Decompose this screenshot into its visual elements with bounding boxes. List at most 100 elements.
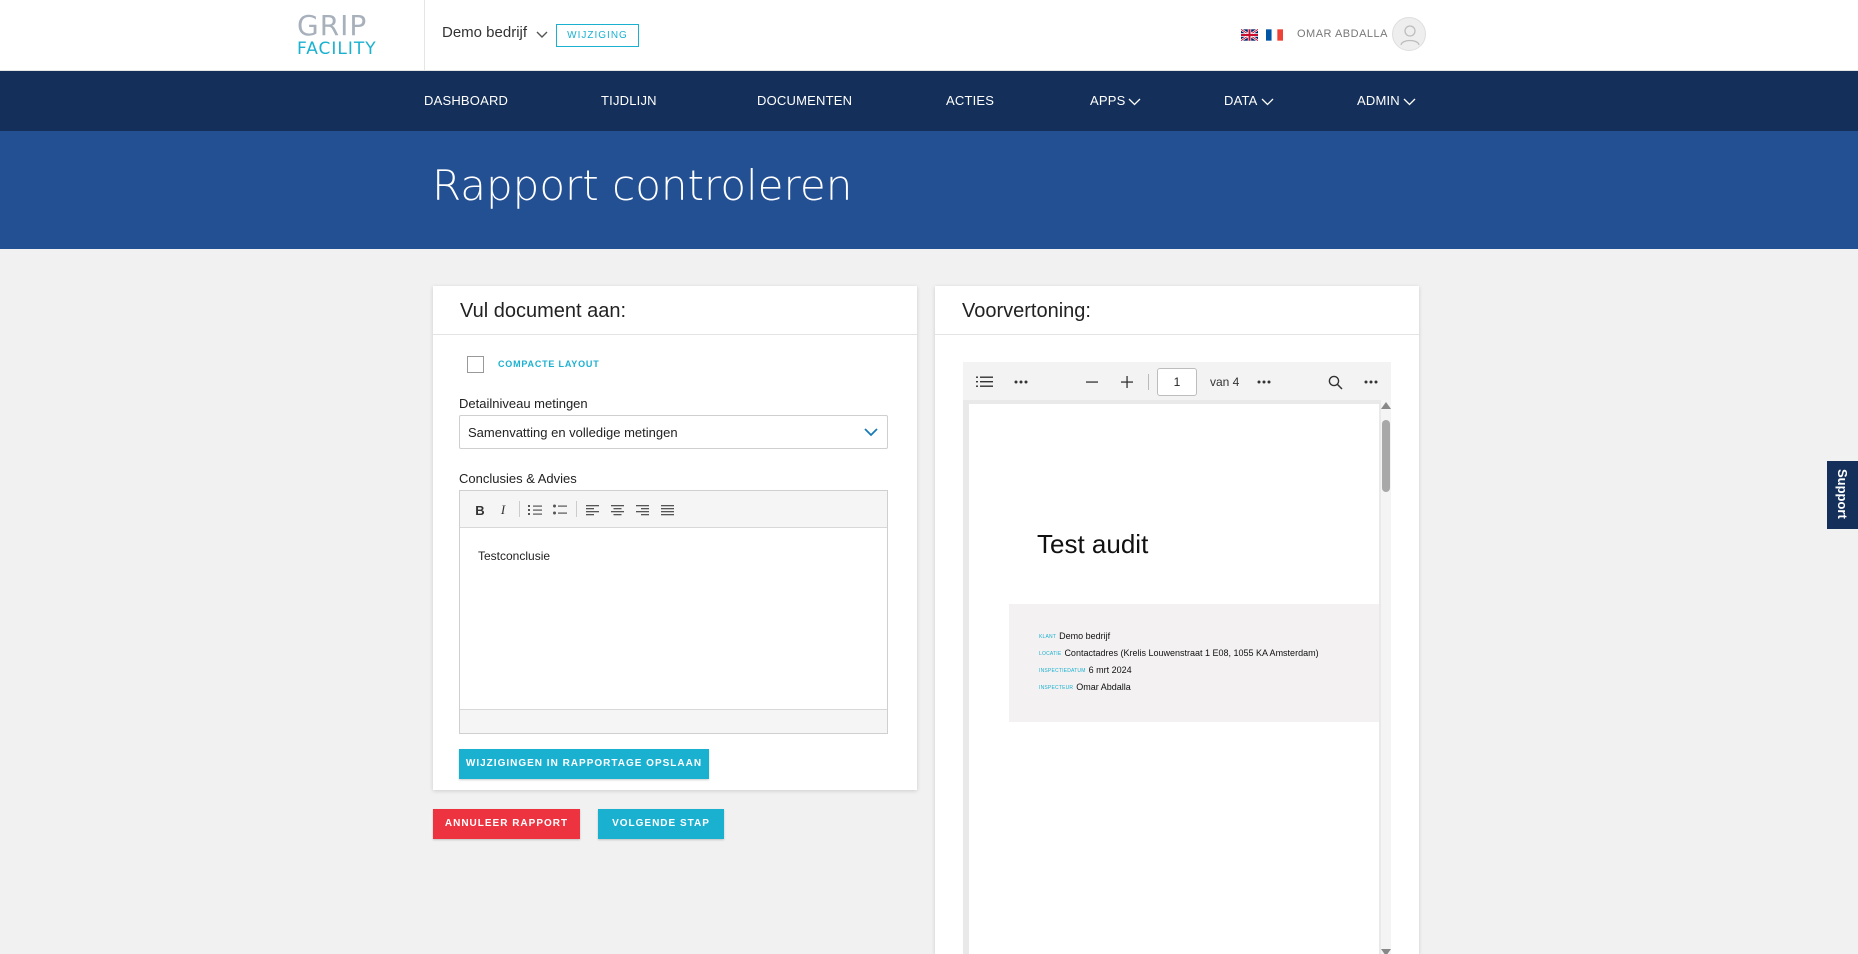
change-company-button[interactable]: WIJZIGING xyxy=(556,24,639,47)
chevron-down-icon xyxy=(1403,98,1416,105)
detail-level-label: Detailniveau metingen xyxy=(459,396,588,411)
france-flag-icon[interactable] xyxy=(1266,29,1283,41)
editor-statusbar xyxy=(460,709,887,733)
ordered-list-icon xyxy=(528,505,542,515)
compact-layout-label[interactable]: COMPACTE LAYOUT xyxy=(498,359,600,369)
main-navigation: DASHBOARD TIJDLIJN DOCUMENTEN ACTIES APP… xyxy=(0,71,1858,131)
page-title: Rapport controleren xyxy=(432,161,853,210)
grip-facility-logo[interactable]: GRIP FACILITY xyxy=(297,12,387,60)
chevron-down-icon xyxy=(1261,98,1274,105)
chevron-down-icon[interactable] xyxy=(535,28,549,42)
save-changes-button[interactable]: WIJZIGINGEN IN RAPPORTAGE OPSLAAN xyxy=(459,749,709,779)
nav-item-apps[interactable]: APPS xyxy=(1090,93,1141,108)
nav-item-data[interactable]: DATA xyxy=(1224,93,1274,108)
support-label: Support xyxy=(1835,469,1850,519)
avatar[interactable] xyxy=(1392,17,1426,51)
info-key: KLANT xyxy=(1039,633,1057,640)
italic-button[interactable]: I xyxy=(493,500,513,520)
unordered-list-button[interactable] xyxy=(550,500,570,520)
scrollbar-thumb[interactable] xyxy=(1382,420,1390,492)
align-left-button[interactable] xyxy=(582,500,602,520)
unordered-list-icon xyxy=(553,504,567,515)
user-name[interactable]: OMAR ABDALLA xyxy=(1297,28,1388,40)
align-justify-button[interactable] xyxy=(657,500,677,520)
pdf-toolbar: 1 van 4 xyxy=(963,362,1391,400)
cancel-report-button[interactable]: ANNULEER RAPPORT xyxy=(433,809,580,839)
pdf-scrollbar[interactable] xyxy=(1381,400,1391,954)
editor-text[interactable]: Testconclusie xyxy=(478,549,550,563)
support-tab[interactable]: Support xyxy=(1827,461,1858,529)
chevron-down-icon xyxy=(1129,98,1141,105)
info-value: 6 mrt 2024 xyxy=(1088,665,1132,675)
preview-card: Voorvertoning: 1 van 4 Test audit KLANT … xyxy=(935,286,1419,954)
toolbar-separator xyxy=(519,501,520,517)
outline-button[interactable] xyxy=(975,374,993,390)
company-name[interactable]: Demo bedrijf xyxy=(442,24,527,41)
align-right-icon xyxy=(635,504,649,515)
zoom-in-button[interactable] xyxy=(1120,374,1134,390)
compact-layout-checkbox[interactable] xyxy=(467,356,484,373)
search-button[interactable] xyxy=(1327,374,1343,390)
next-step-button[interactable]: VOLGENDE STAP xyxy=(598,809,724,839)
nav-item-admin[interactable]: ADMIN xyxy=(1357,93,1416,108)
card-header: Voorvertoning: xyxy=(935,286,1419,335)
preview-title: Voorvertoning: xyxy=(962,300,1091,322)
align-center-icon xyxy=(610,504,624,515)
page-total: van 4 xyxy=(1210,375,1240,389)
minus-icon xyxy=(1086,381,1098,383)
info-row-date: INSPECTIEDATUM 6 mrt 2024 xyxy=(1039,665,1132,675)
nav-label: DATA xyxy=(1224,93,1258,108)
page-header-banner: Rapport controleren xyxy=(0,131,1858,249)
logo-text-top: GRIP xyxy=(297,9,368,42)
info-value: Contactadres (Krelis Louwenstraat 1 E08,… xyxy=(1064,648,1319,658)
detail-level-select[interactable]: Samenvatting en volledige metingen xyxy=(459,415,888,449)
align-justify-icon xyxy=(660,504,674,515)
more-horizontal-icon xyxy=(1364,380,1378,384)
nav-label: TIJDLIJN xyxy=(601,93,657,108)
info-row-inspector: INSPECTEUR Omar Abdalla xyxy=(1039,682,1131,692)
nav-label: DASHBOARD xyxy=(424,93,509,108)
detail-level-value: Samenvatting en volledige metingen xyxy=(468,425,678,440)
conclusions-editor[interactable]: B I Testconclusie xyxy=(459,490,888,734)
scroll-down-icon[interactable] xyxy=(1381,949,1391,954)
more-horizontal-icon xyxy=(1014,380,1028,384)
more-horizontal-icon xyxy=(1257,380,1271,384)
toolbar-separator xyxy=(576,501,577,517)
more-options-button[interactable] xyxy=(1256,374,1272,390)
more-options-button[interactable] xyxy=(1013,374,1029,390)
chevron-down-icon xyxy=(864,428,878,437)
align-left-icon xyxy=(585,504,599,515)
page-number-input[interactable]: 1 xyxy=(1157,368,1197,396)
pdf-viewer[interactable]: Test audit KLANT Demo bedrijf LOCATIE Cont… xyxy=(963,400,1391,954)
ordered-list-button[interactable] xyxy=(525,500,545,520)
conclusions-label: Conclusies & Advies xyxy=(459,471,577,486)
pdf-page: Test audit KLANT Demo bedrijf LOCATIE Cont… xyxy=(969,404,1379,954)
header-divider xyxy=(424,0,425,71)
info-key: INSPECTIEDATUM xyxy=(1039,667,1086,674)
bold-button[interactable]: B xyxy=(470,500,490,520)
nav-label: ACTIES xyxy=(946,93,995,108)
list-icon xyxy=(975,376,993,387)
scroll-up-icon[interactable] xyxy=(1381,402,1391,409)
info-row-client: KLANT Demo bedrijf xyxy=(1039,631,1110,641)
editor-toolbar: B I xyxy=(460,491,887,528)
user-icon xyxy=(1400,25,1420,46)
uk-flag-icon[interactable] xyxy=(1241,29,1258,41)
document-form-card: Vul document aan: COMPACTE LAYOUT Detail… xyxy=(433,286,917,790)
info-row-location: LOCATIE Contactadres (Krelis Louwenstraat… xyxy=(1039,648,1319,658)
nav-item-acties[interactable]: ACTIES xyxy=(946,93,994,108)
info-value: Demo bedrijf xyxy=(1059,631,1111,641)
form-title: Vul document aan: xyxy=(460,300,627,322)
top-bar: GRIP FACILITY Demo bedrijf WIJZIGING OMA… xyxy=(0,0,1858,71)
document-title: Test audit xyxy=(1037,529,1149,559)
nav-item-documenten[interactable]: DOCUMENTEN xyxy=(757,93,852,108)
nav-item-tijdlijn[interactable]: TIJDLIJN xyxy=(601,93,657,108)
nav-label: APPS xyxy=(1090,93,1126,108)
align-center-button[interactable] xyxy=(607,500,627,520)
zoom-out-button[interactable] xyxy=(1085,374,1099,390)
align-right-button[interactable] xyxy=(632,500,652,520)
nav-item-dashboard[interactable]: DASHBOARD xyxy=(424,93,508,108)
search-icon xyxy=(1328,375,1343,390)
more-options-button[interactable] xyxy=(1363,374,1379,390)
toolbar-separator xyxy=(1148,374,1149,390)
